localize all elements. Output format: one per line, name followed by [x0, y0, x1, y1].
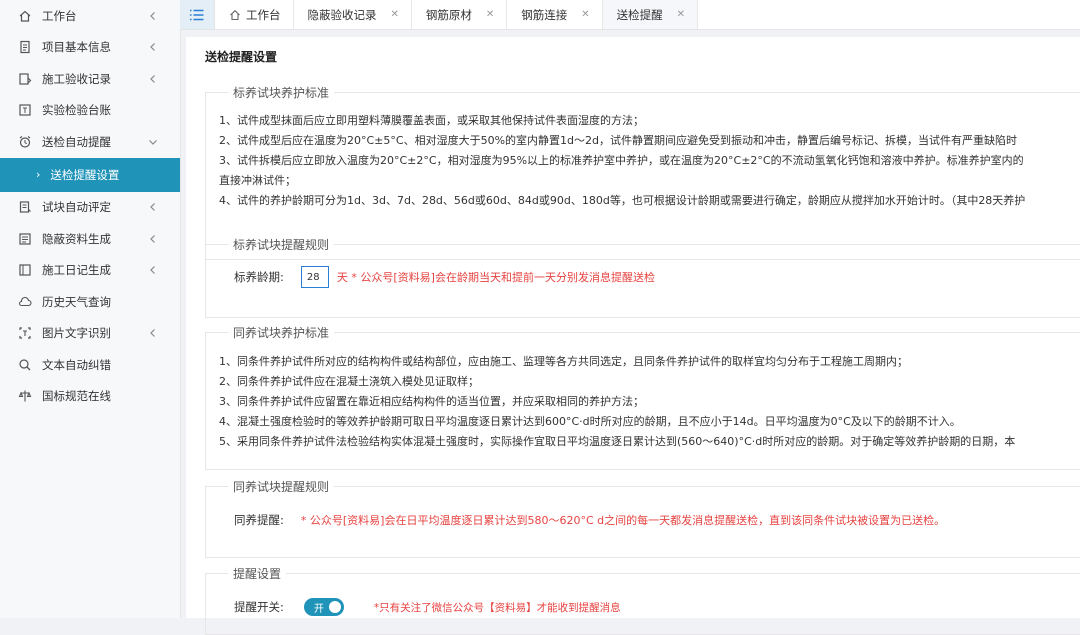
tab-concealed-acceptance[interactable]: 隐蔽验收记录 ✕ — [294, 0, 412, 29]
ocr-icon — [18, 326, 32, 340]
chevron-right-icon: › — [36, 168, 41, 181]
weather-icon — [18, 295, 32, 309]
chevron-left-icon — [150, 203, 155, 212]
standard-curing-section: 标养试块养护标准 1、试件成型抹面后应立即用塑料薄膜覆盖表面，或采取其他保持试件… — [205, 84, 1080, 260]
reminder-switch-note: *只有关注了微信公众号【资料易】才能收到提醒消息 — [373, 601, 621, 614]
tab-label: 工作台 — [246, 7, 281, 22]
curing-age-label: 标养龄期: — [234, 270, 284, 284]
standard-icon — [18, 389, 32, 403]
standard-line: 4、试件的养护龄期可分为1d、3d、7d、28d、56d或60d、84d或90d… — [219, 194, 1026, 207]
chevron-left-icon — [150, 43, 155, 52]
sidebar-item-image-ocr[interactable]: 图片文字识别 — [0, 318, 180, 350]
sidebar-item-workbench[interactable]: 工作台 — [0, 0, 180, 32]
sidebar-item-test-evaluation[interactable]: 试块自动评定 — [0, 192, 180, 224]
sidebar-item-weather-history[interactable]: 历史天气查询 — [0, 286, 180, 318]
menu-toggle-button[interactable] — [180, 0, 215, 29]
same-condition-reminder-label: 同养提醒: — [234, 513, 284, 527]
close-icon[interactable]: ✕ — [581, 9, 589, 20]
standard-line: 3、试件拆模后应立即放入温度为20°C±2°C，相对湿度为95%以上的标准养护室… — [219, 154, 1024, 167]
tab-rebar-raw[interactable]: 钢筋原材 ✕ — [412, 0, 508, 29]
info-doc-icon — [18, 40, 32, 54]
toggle-knob — [328, 601, 341, 613]
sidebar-item-label: 项目基本信息 — [42, 40, 111, 55]
sidebar-item-label: 施工日记生成 — [42, 263, 111, 278]
tab-bar: 工作台 隐蔽验收记录 ✕ 钢筋原材 ✕ 钢筋连接 ✕ 送检提醒 ✕ — [180, 0, 1080, 30]
sidebar-item-text-correction[interactable]: 文本自动纠错 — [0, 349, 180, 381]
standard-reminder-rule-section: 标养试块提醒规则 标养龄期: 28 天 * 公众号[资料易]会在龄期当天和提前一… — [205, 236, 1080, 318]
lab-ledger-icon — [18, 103, 32, 117]
sidebar-item-label: 隐蔽资料生成 — [42, 231, 111, 246]
close-icon[interactable]: ✕ — [486, 9, 494, 20]
sidebar-item-label: 送检提醒设置 — [50, 167, 120, 182]
sidebar-item-national-standards[interactable]: 国标规范在线 — [0, 381, 180, 413]
sidebar-item-construction-record[interactable]: 施工验收记录 — [0, 63, 180, 95]
reminder-switch-toggle[interactable]: 开 — [303, 598, 344, 616]
chevron-left-icon — [150, 234, 155, 243]
section-legend: 标养试块提醒规则 — [228, 236, 335, 253]
same-condition-curing-section: 同养试块养护标准 1、同条件养护试件所对应的结构构件或结构部位，应由施工、监理等… — [205, 324, 1080, 470]
alarm-clock-icon — [18, 135, 32, 149]
record-icon — [18, 72, 32, 86]
standard-line: 直接冲淋试件； — [219, 174, 296, 187]
tab-label: 钢筋连接 — [521, 7, 568, 22]
tab-workbench[interactable]: 工作台 — [215, 0, 294, 29]
sidebar-item-label: 试块自动评定 — [42, 200, 111, 215]
sidebar-item-auto-reminder[interactable]: 送检自动提醒 — [0, 126, 180, 158]
tab-rebar-connection[interactable]: 钢筋连接 ✕ — [507, 0, 603, 29]
toggle-state-text: 开 — [313, 604, 324, 615]
home-icon — [230, 9, 240, 20]
sidebar-item-label: 实验检验台账 — [42, 103, 111, 118]
sidebar-item-label: 历史天气查询 — [42, 294, 111, 309]
chevron-left-icon — [150, 11, 155, 20]
sidebar-item-lab-ledger[interactable]: 实验检验台账 — [0, 95, 180, 127]
reminder-switch-label: 提醒开关: — [234, 600, 284, 614]
standard-line: 2、试件成型后应在温度为20°C±5°C、相对湿度大于50%的室内静置1d～2d… — [219, 134, 1017, 147]
home-icon — [18, 9, 32, 23]
curing-age-input[interactable]: 28 — [300, 266, 329, 288]
chevron-left-icon — [150, 266, 155, 275]
standard-line: 1、同条件养护试件所对应的结构构件或结构部位，应由施工、监理等各方共同选定，且同… — [219, 355, 908, 368]
reminder-settings-section: 提醒设置 提醒开关: 开 *只有关注了微信公众号【资料易】才能收到提醒消息 — [205, 565, 1080, 635]
standard-line: 1、试件成型抹面后应立即用塑料薄膜覆盖表面，或采取其他保持试件表面湿度的方法； — [219, 114, 644, 127]
chevron-left-icon — [150, 329, 155, 338]
sidebar-item-concealed-docs[interactable]: 隐蔽资料生成 — [0, 223, 180, 255]
section-legend: 标养试块养护标准 — [228, 84, 335, 101]
standard-line: 2、同条件养护试件应在混凝土浇筑入模处见证取样； — [219, 375, 479, 388]
tab-inspection-reminder[interactable]: 送检提醒 ✕ — [602, 0, 699, 29]
main-content: 送检提醒设置 标养试块养护标准 1、试件成型抹面后应立即用塑料薄膜覆盖表面，或采… — [186, 37, 1080, 635]
sidebar-item-label: 图片文字识别 — [42, 326, 111, 341]
sidebar-item-project-info[interactable]: 项目基本信息 — [0, 32, 180, 64]
sidebar-item-label: 施工验收记录 — [42, 71, 111, 86]
section-legend: 同养试块养护标准 — [228, 324, 335, 341]
list-menu-icon — [190, 9, 204, 20]
close-icon[interactable]: ✕ — [677, 9, 685, 20]
standard-line: 4、混凝土强度检验时的等效养护龄期可取日平均温度逐日累计达到600°C·d时所对… — [219, 415, 961, 428]
section-legend: 同养试块提醒规则 — [228, 478, 335, 495]
document-icon — [18, 232, 32, 246]
sidebar: 工作台 项目基本信息 施工验收记录 实验检验台账 送检自动提醒 › 送检提醒设置… — [0, 0, 181, 618]
sidebar-item-label: 工作台 — [42, 8, 77, 23]
tab-label: 钢筋原材 — [425, 7, 472, 22]
standard-line: 3、同条件养护试件应留置在靠近相应结构构件的适当位置，并应采取相同的养护方法； — [219, 395, 644, 408]
close-icon[interactable]: ✕ — [391, 9, 399, 20]
same-condition-reminder-note: * 公众号[资料易]会在日平均温度逐日累计达到580～620°C d之间的每一天… — [300, 514, 946, 527]
standard-line: 5、采用同条件养护试件法检验结构实体混凝土强度时，实际操作宜取日平均温度逐日累计… — [219, 435, 1016, 448]
spellcheck-icon — [18, 358, 32, 372]
chevron-left-icon — [150, 74, 155, 83]
sidebar-item-construction-diary[interactable]: 施工日记生成 — [0, 255, 180, 287]
tab-label: 隐蔽验收记录 — [307, 7, 377, 22]
same-condition-reminder-rule-section: 同养试块提醒规则 同养提醒: * 公众号[资料易]会在日平均温度逐日累计达到58… — [205, 478, 1080, 558]
sidebar-item-reminder-settings[interactable]: › 送检提醒设置 — [0, 157, 180, 192]
diary-icon — [18, 263, 32, 277]
evaluate-icon — [18, 200, 32, 214]
page-title: 送检提醒设置 — [205, 50, 278, 64]
chevron-down-icon — [149, 139, 157, 145]
curing-age-note: 天 * 公众号[资料易]会在龄期当天和提前一天分别发消息提醒送检 — [336, 271, 655, 284]
section-legend: 提醒设置 — [228, 565, 287, 582]
sidebar-item-label: 送检自动提醒 — [42, 134, 111, 149]
tab-label: 送检提醒 — [616, 7, 663, 22]
sidebar-item-label: 文本自动纠错 — [42, 357, 111, 372]
sidebar-item-label: 国标规范在线 — [42, 389, 111, 404]
